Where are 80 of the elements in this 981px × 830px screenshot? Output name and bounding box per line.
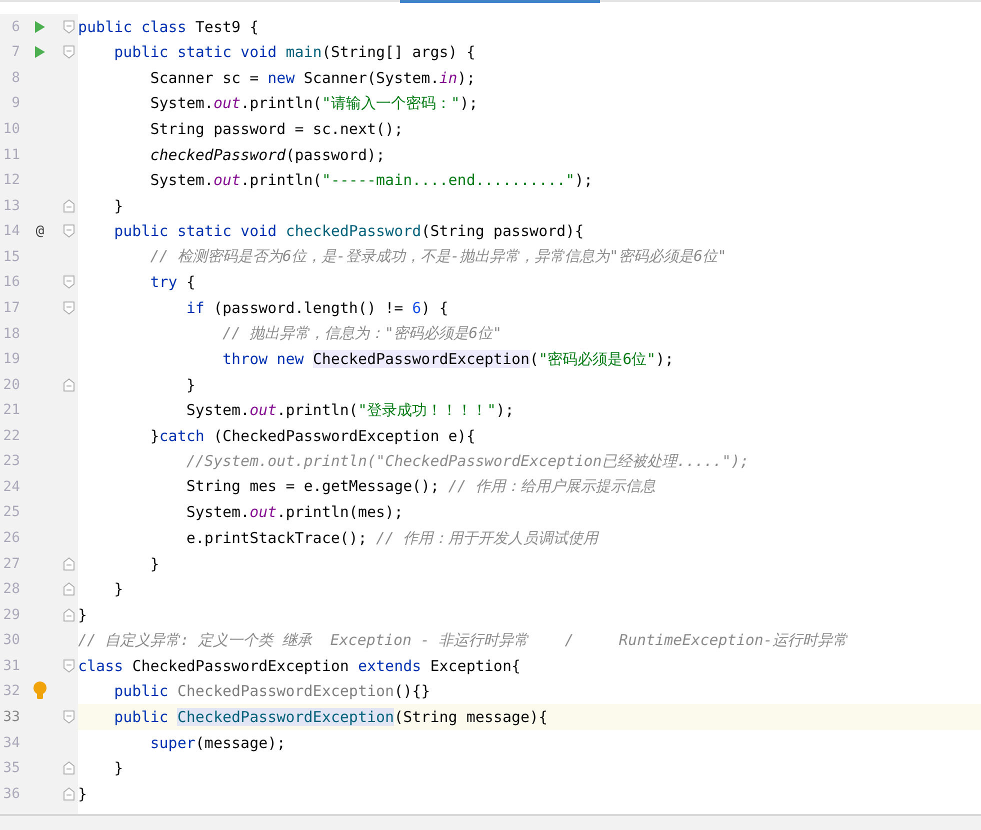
fold-icon[interactable] xyxy=(63,608,75,622)
code-line: String password = sc.next(); xyxy=(149,120,404,138)
code-line: } xyxy=(149,554,160,573)
code-line: // 检测密码是否为6位，是-登录成功，不是-抛出异常，异常信息为"密码必须是6位" xyxy=(149,247,727,266)
run-icon[interactable] xyxy=(34,45,46,60)
fold-icon[interactable] xyxy=(63,786,75,801)
line-number: 6 xyxy=(10,18,20,35)
code-line: } xyxy=(113,759,124,778)
line-number: 30 xyxy=(2,632,20,648)
line-number: 20 xyxy=(2,376,20,393)
code-line: public static void checkedPassword(String password){ xyxy=(113,222,584,240)
line-number: 19 xyxy=(2,351,20,368)
line-number: 10 xyxy=(2,121,20,138)
line-number: 33 xyxy=(2,708,20,725)
fold-icon[interactable] xyxy=(63,20,75,34)
line-number: 35 xyxy=(2,760,20,776)
fold-icon[interactable] xyxy=(63,300,75,315)
line-number: 34 xyxy=(2,734,20,751)
code-line: } xyxy=(185,376,196,394)
code-line: // 自定义异常: 定义一个类 继承 Exception - 非运行时异常 / RuntimeException-运行时异常 xyxy=(78,630,848,650)
line-number: 21 xyxy=(2,402,20,418)
fold-icon[interactable] xyxy=(63,224,75,238)
code-line: //System.out.println("CheckedPasswordException已经被处理....."); xyxy=(185,452,750,471)
code-line: e.printStackTrace(); // 作用：用于开发人员调试使用 xyxy=(185,528,598,548)
run-icon[interactable] xyxy=(34,20,46,34)
code-line: class CheckedPasswordException extends Exception{ xyxy=(78,656,521,675)
line-number: 24 xyxy=(2,478,20,495)
line-number: 8 xyxy=(10,70,20,86)
override-marker[interactable]: @ xyxy=(36,223,44,240)
code-line: } xyxy=(113,196,124,215)
line-number: 29 xyxy=(2,606,20,623)
line-number: 25 xyxy=(2,504,20,520)
line-number: 36 xyxy=(2,786,20,802)
lightbulb-icon[interactable] xyxy=(33,681,47,702)
code-line: System.out.println("登录成功！！！！"); xyxy=(185,400,514,420)
line-number: 31 xyxy=(2,658,20,674)
code-line: // 抛出异常，信息为："密码必须是6位" xyxy=(221,324,502,344)
line-number: 16 xyxy=(2,274,20,290)
line-number: 18 xyxy=(2,326,20,342)
line-number: 26 xyxy=(2,530,20,546)
code-line: } xyxy=(113,580,124,598)
code-line: System.out.println("请输入一个密码："); xyxy=(149,94,478,113)
line-number: 14 xyxy=(2,223,20,240)
line-number: 28 xyxy=(2,581,20,598)
code-line: throw new CheckedPasswordException("密码必须是6位"); xyxy=(221,350,674,369)
fold-icon[interactable] xyxy=(63,658,75,673)
code-line: System.out.println("-----main....end.........."); xyxy=(149,171,593,190)
line-number: 11 xyxy=(2,146,20,163)
fold-icon[interactable] xyxy=(63,378,75,392)
line-number: 15 xyxy=(2,248,20,265)
fold-icon[interactable] xyxy=(63,556,75,571)
fold-icon[interactable] xyxy=(63,45,75,60)
line-number: 13 xyxy=(2,198,20,214)
code-line: System.out.println(mes); xyxy=(185,503,404,522)
code-line: } xyxy=(78,606,88,624)
fold-icon[interactable] xyxy=(63,761,75,776)
fold-icon[interactable] xyxy=(63,582,75,596)
code-line: public CheckedPasswordException(){} xyxy=(113,682,430,700)
code-line: checkedPassword(password); xyxy=(149,146,386,164)
line-number: 12 xyxy=(2,172,20,188)
line-number: 22 xyxy=(2,428,20,444)
line-number: 17 xyxy=(2,300,20,316)
line-number: 23 xyxy=(2,453,20,470)
code-line: Scanner sc = new Scanner(System.in); xyxy=(149,68,476,87)
code-line: public class Test9 { xyxy=(78,18,259,36)
code-line: if (password.length() != 6) { xyxy=(185,298,448,317)
fold-icon[interactable] xyxy=(63,710,75,724)
code-line: public static void main(String[] args) { xyxy=(113,43,476,62)
code-line: public CheckedPasswordException(String message){ xyxy=(113,708,548,726)
line-number: 7 xyxy=(10,44,20,60)
code-line: } xyxy=(78,784,88,803)
code-line: try { xyxy=(149,273,196,292)
line-number: 9 xyxy=(10,95,20,112)
code-line: }catch (CheckedPasswordException e){ xyxy=(149,426,476,445)
line-number: 27 xyxy=(2,556,20,572)
fold-icon[interactable] xyxy=(63,198,75,213)
line-number: 32 xyxy=(2,683,20,700)
fold-icon[interactable] xyxy=(63,275,75,290)
code-line: String mes = e.getMessage(); // 作用：给用户展示提示信息 xyxy=(185,477,656,496)
code-line: super(message); xyxy=(149,734,286,752)
